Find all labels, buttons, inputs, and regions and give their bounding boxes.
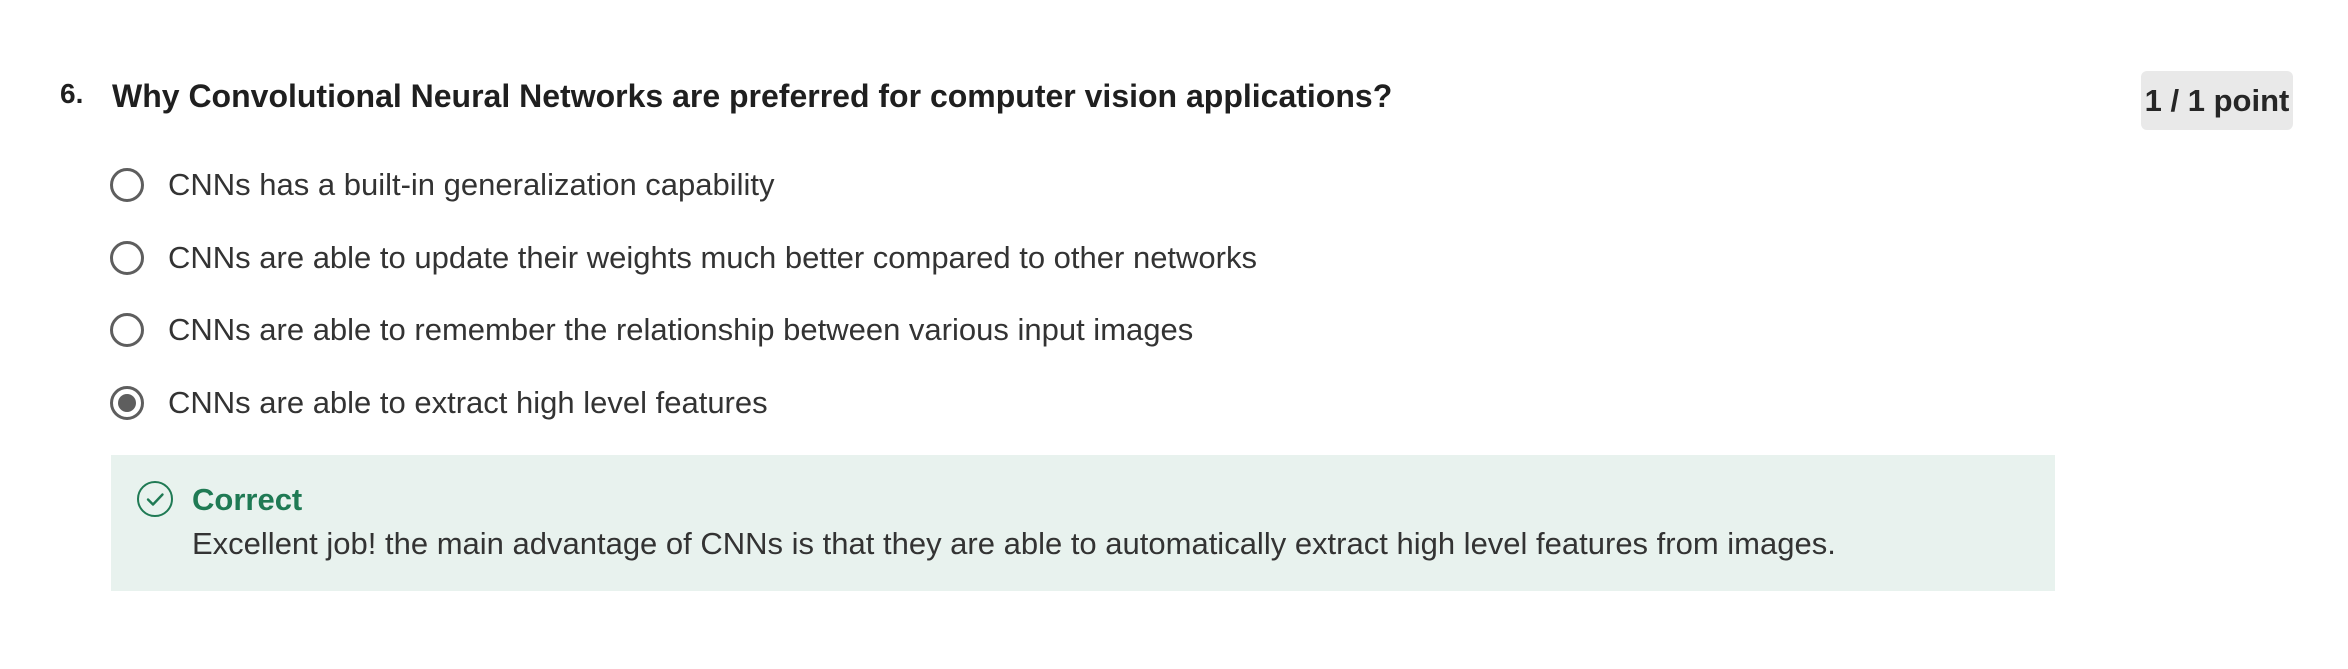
answer-option-3[interactable]: CNNs are able to remember the relationsh…: [110, 308, 1193, 352]
answer-option-label: CNNs are able to extract high level feat…: [168, 385, 768, 420]
feedback-title: Correct: [192, 482, 303, 517]
answer-option-2[interactable]: CNNs are able to update their weights mu…: [110, 236, 1257, 280]
feedback-message: Excellent job! the main advantage of CNN…: [192, 526, 1836, 561]
answer-option-4[interactable]: CNNs are able to extract high level feat…: [110, 381, 768, 425]
radio-button-unselected[interactable]: [110, 313, 144, 347]
answer-option-label: CNNs has a built-in generalization capab…: [168, 167, 775, 202]
answer-option-label: CNNs are able to remember the relationsh…: [168, 312, 1194, 347]
radio-button-selected[interactable]: [110, 386, 144, 420]
check-circle-icon: [136, 480, 174, 518]
points-badge: 1 / 1 point: [2141, 71, 2293, 130]
answer-option-label: CNNs are able to update their weights mu…: [168, 240, 1257, 275]
radio-button-unselected[interactable]: [110, 241, 144, 275]
question-text: Why Convolutional Neural Networks are pr…: [112, 78, 1393, 114]
question-number: 6.: [60, 78, 84, 109]
answer-option-1[interactable]: CNNs has a built-in generalization capab…: [110, 163, 775, 207]
radio-button-unselected[interactable]: [110, 168, 144, 202]
correct-feedback-panel: Correct Excellent job! the main advantag…: [111, 455, 2055, 591]
